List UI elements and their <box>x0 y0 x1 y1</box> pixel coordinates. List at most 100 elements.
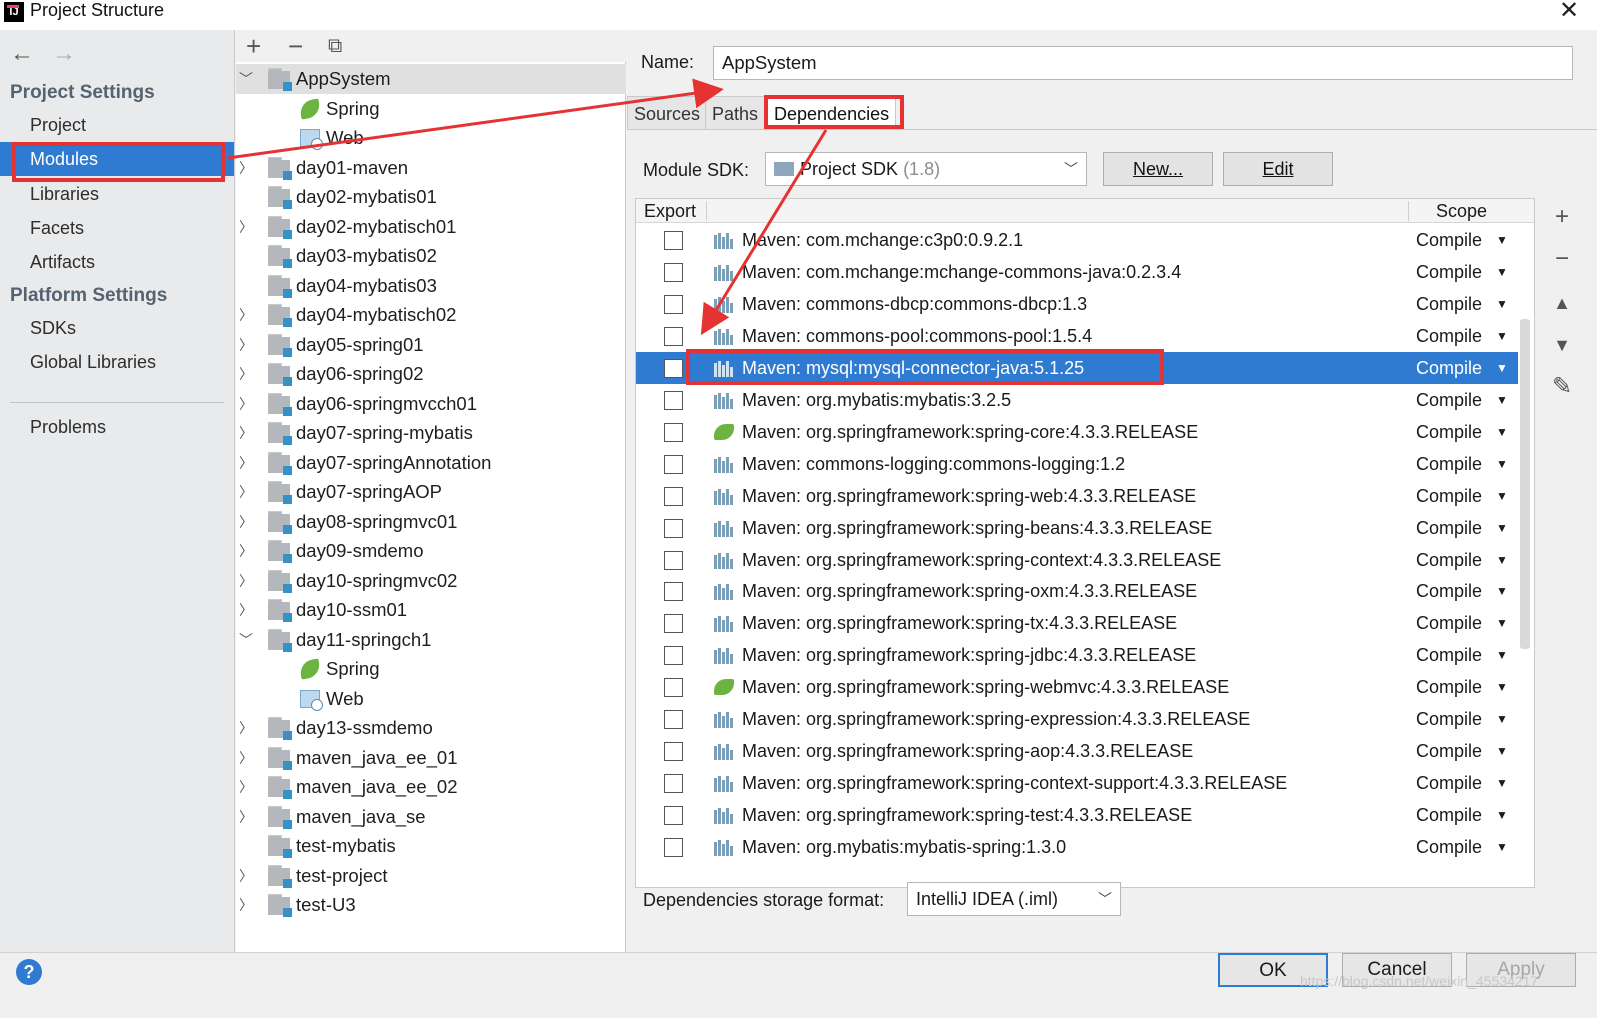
export-checkbox[interactable] <box>664 326 683 346</box>
dependency-row[interactable]: Maven: org.mybatis:mybatis:3.2.5 Compile ▼ <box>636 384 1518 416</box>
tree-row[interactable]: 〉 day10-ssm01 <box>236 595 626 625</box>
tree-row[interactable]: day03-mybatis02 <box>236 241 626 271</box>
scope-dropdown[interactable]: Compile ▼ <box>1416 256 1516 288</box>
tree-row[interactable]: 〉 maven_java_ee_01 <box>236 743 626 773</box>
dependency-row[interactable]: Maven: org.springframework:spring-contex… <box>636 544 1518 576</box>
scope-dropdown[interactable]: Compile ▼ <box>1416 799 1516 831</box>
chevron-down-icon[interactable]: ﹀ <box>238 625 254 655</box>
scope-dropdown[interactable]: Compile ▼ <box>1416 224 1516 256</box>
nav-item-libraries[interactable]: Libraries <box>0 177 234 211</box>
tree-row[interactable]: 〉 maven_java_se <box>236 802 626 832</box>
scope-dropdown[interactable]: Compile ▼ <box>1416 703 1516 735</box>
chevron-right-icon[interactable]: 〉 <box>238 448 254 478</box>
dependency-row[interactable]: Maven: org.springframework:spring-oxm:4.… <box>636 575 1518 607</box>
scope-dropdown[interactable]: Compile ▼ <box>1416 320 1516 352</box>
tree-row[interactable]: Web <box>236 684 626 714</box>
tree-row[interactable]: 〉 day02-mybatisch01 <box>236 212 626 242</box>
chevron-right-icon[interactable]: 〉 <box>238 477 254 507</box>
add-dependency-icon[interactable]: + <box>1547 202 1577 232</box>
nav-item-facets[interactable]: Facets <box>0 211 234 245</box>
dependency-row[interactable]: Maven: org.springframework:spring-tx:4.3… <box>636 607 1518 639</box>
remove-icon[interactable]: − <box>288 32 303 60</box>
chevron-right-icon[interactable]: 〉 <box>238 507 254 537</box>
export-checkbox[interactable] <box>664 742 683 762</box>
tree-row[interactable]: 〉 day13-ssmdemo <box>236 713 626 743</box>
dependency-row[interactable]: Maven: org.mybatis:mybatis-spring:1.3.0 C… <box>636 831 1518 863</box>
tree-row[interactable]: day04-mybatis03 <box>236 271 626 301</box>
nav-item-problems[interactable]: Problems <box>0 410 234 444</box>
tree-row[interactable]: day02-mybatis01 <box>236 182 626 212</box>
tree-row[interactable]: 〉 day04-mybatisch02 <box>236 300 626 330</box>
chevron-right-icon[interactable]: 〉 <box>238 861 254 891</box>
scope-dropdown[interactable]: Compile ▼ <box>1416 448 1516 480</box>
export-checkbox[interactable] <box>664 294 683 314</box>
chevron-right-icon[interactable]: 〉 <box>238 890 254 920</box>
dependency-row[interactable]: Maven: org.springframework:spring-core:4… <box>636 416 1518 448</box>
tree-row[interactable]: 〉 day07-springAnnotation <box>236 448 626 478</box>
scope-dropdown[interactable]: Compile ▼ <box>1416 384 1516 416</box>
export-checkbox[interactable] <box>664 614 683 634</box>
tree-row[interactable]: Spring <box>236 94 626 124</box>
export-checkbox[interactable] <box>664 582 683 602</box>
chevron-right-icon[interactable]: 〉 <box>238 418 254 448</box>
scope-dropdown[interactable]: Compile ▼ <box>1416 831 1516 863</box>
tree-row[interactable]: Spring <box>236 654 626 684</box>
dependency-row[interactable]: Maven: commons-pool:commons-pool:1.5.4 Co… <box>636 320 1518 352</box>
close-icon[interactable]: ✕ <box>1557 0 1581 24</box>
chevron-right-icon[interactable]: 〉 <box>238 300 254 330</box>
edit-sdk-button[interactable]: Edit <box>1223 152 1333 186</box>
tree-row[interactable]: 〉 day07-spring-mybatis <box>236 418 626 448</box>
export-checkbox[interactable] <box>664 838 683 858</box>
tree-row[interactable]: 〉 day06-springmvcch01 <box>236 389 626 419</box>
export-checkbox[interactable] <box>664 518 683 538</box>
export-column-header[interactable]: Export <box>644 199 696 223</box>
dependency-row[interactable]: Maven: org.springframework:spring-expres… <box>636 703 1518 735</box>
back-arrow-icon[interactable]: ← <box>10 40 34 68</box>
tree-row[interactable]: 〉 day08-springmvc01 <box>236 507 626 537</box>
chevron-right-icon[interactable]: 〉 <box>238 536 254 566</box>
scope-dropdown[interactable]: Compile ▼ <box>1416 735 1516 767</box>
nav-item-project[interactable]: Project <box>0 108 234 142</box>
export-checkbox[interactable] <box>664 550 683 570</box>
tree-row[interactable]: Web <box>236 123 626 153</box>
export-checkbox[interactable] <box>664 710 683 730</box>
chevron-right-icon[interactable]: 〉 <box>238 802 254 832</box>
chevron-right-icon[interactable]: 〉 <box>238 389 254 419</box>
copy-icon[interactable]: ⧉ <box>328 32 342 60</box>
tree-row[interactable]: 〉 day01-maven <box>236 153 626 183</box>
export-checkbox[interactable] <box>664 390 683 410</box>
move-down-icon[interactable]: ▼ <box>1547 330 1577 360</box>
dependency-row[interactable]: Maven: org.springframework:spring-aop:4.… <box>636 735 1518 767</box>
scope-dropdown[interactable]: Compile ▼ <box>1416 671 1516 703</box>
export-checkbox[interactable] <box>664 646 683 666</box>
export-checkbox[interactable] <box>664 774 683 794</box>
scope-column-header[interactable]: Scope <box>1436 199 1487 223</box>
chevron-right-icon[interactable]: 〉 <box>238 566 254 596</box>
tree-row[interactable]: 〉 day09-smdemo <box>236 536 626 566</box>
module-name-field[interactable]: AppSystem <box>713 46 1573 80</box>
export-checkbox[interactable] <box>664 422 683 442</box>
dependency-row[interactable]: Maven: org.springframework:spring-beans:… <box>636 512 1518 544</box>
dependency-row[interactable]: Maven: org.springframework:spring-test:4… <box>636 799 1518 831</box>
edit-pencil-icon[interactable]: ✎ <box>1547 372 1577 402</box>
export-checkbox[interactable] <box>664 262 683 282</box>
scope-dropdown[interactable]: Compile ▼ <box>1416 767 1516 799</box>
tree-row[interactable]: ﹀ AppSystem <box>236 64 626 94</box>
move-up-icon[interactable]: ▲ <box>1547 288 1577 318</box>
export-checkbox[interactable] <box>664 486 683 506</box>
export-checkbox[interactable] <box>664 806 683 826</box>
scope-dropdown[interactable]: Compile ▼ <box>1416 607 1516 639</box>
tree-row[interactable]: 〉 day06-spring02 <box>236 359 626 389</box>
tree-row[interactable]: test-mybatis <box>236 831 626 861</box>
scope-dropdown[interactable]: Compile ▼ <box>1416 416 1516 448</box>
chevron-down-icon[interactable]: ﹀ <box>238 64 254 94</box>
nav-item-global-libraries[interactable]: Global Libraries <box>0 345 234 379</box>
chevron-right-icon[interactable]: 〉 <box>238 212 254 242</box>
tree-row[interactable]: 〉 day07-springAOP <box>236 477 626 507</box>
table-scrollbar[interactable] <box>1520 319 1530 649</box>
dependency-row[interactable]: Maven: commons-logging:commons-logging:1… <box>636 448 1518 480</box>
scope-dropdown[interactable]: Compile ▼ <box>1416 288 1516 320</box>
scope-dropdown[interactable]: Compile ▼ <box>1416 544 1516 576</box>
module-sdk-select[interactable]: Project SDK (1.8) ﹀ <box>765 152 1087 186</box>
help-icon[interactable]: ? <box>16 959 42 985</box>
